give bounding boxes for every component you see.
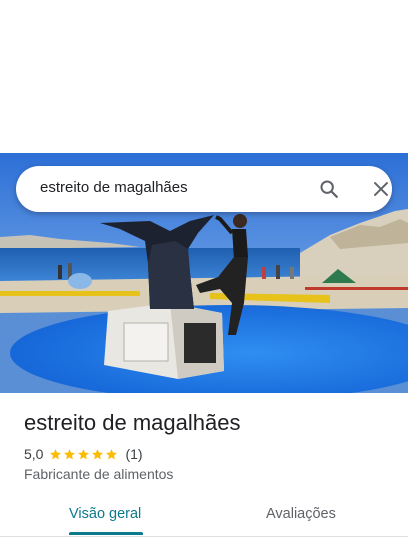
star-rating [49, 448, 119, 461]
review-count[interactable]: (1) [125, 446, 142, 462]
search-bar[interactable]: estreito de magalhães [16, 166, 392, 212]
place-title: estreito de magalhães [24, 410, 241, 435]
tabs-divider [0, 536, 408, 537]
star-icon [78, 448, 90, 459]
tab-bar: Visão geral Avaliações [0, 498, 408, 538]
rating-row[interactable]: 5,0 (1) [24, 445, 143, 463]
rating-value: 5,0 [24, 446, 44, 462]
map-blank-area [0, 0, 408, 153]
star-icon [64, 448, 76, 459]
star-icon [106, 448, 118, 459]
search-icon[interactable] [318, 178, 340, 200]
active-tab-indicator [69, 532, 143, 535]
place-category: Fabricante de alimentos [24, 466, 174, 482]
tab-reviews[interactable]: Avaliações [266, 506, 336, 522]
search-input[interactable]: estreito de magalhães [40, 179, 188, 196]
close-icon[interactable] [370, 178, 392, 200]
star-icon [50, 448, 62, 459]
tab-overview[interactable]: Visão geral [69, 506, 141, 522]
star-icon [92, 448, 104, 459]
